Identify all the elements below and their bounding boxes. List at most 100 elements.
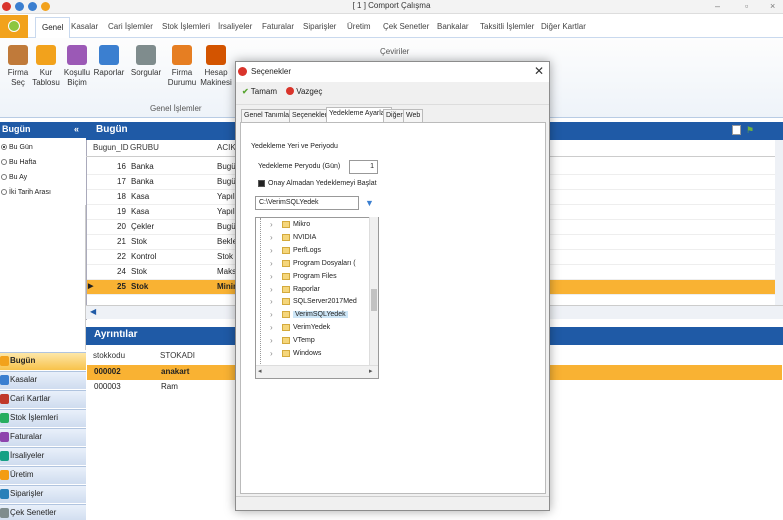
building-icon (8, 45, 28, 65)
nav-item[interactable]: Stok İşlemleri (0, 409, 86, 427)
expand-arrow-icon[interactable]: › (270, 220, 273, 229)
tree-hscrollbar[interactable]: ◂ ▸ (256, 365, 378, 378)
nav-item[interactable]: Üretim (0, 466, 86, 484)
menu-tab[interactable]: Üretim (347, 22, 371, 31)
period-radio[interactable]: Bu Hafta (1, 159, 36, 166)
dialog-tab[interactable]: Genel Tanımlar (241, 109, 295, 122)
expand-arrow-icon[interactable]: › (270, 310, 273, 319)
folder-item[interactable]: › PerfLogs (256, 245, 366, 258)
nav-item-label: Üretim (10, 470, 34, 479)
period-radio[interactable]: Bu Ay (1, 174, 27, 181)
palette-icon (67, 45, 87, 65)
currency-icon (36, 45, 56, 65)
expand-arrow-icon[interactable]: › (270, 259, 273, 268)
folder-tree[interactable]: › Mikro › NVIDIA › PerfLogs › Program Dosyaları… (255, 217, 379, 379)
period-label: Yedekleme Peryodu (Gün) (258, 163, 341, 170)
dialog-close-icon[interactable]: ✕ (534, 64, 544, 78)
menu-tab[interactable]: Stok İşlemleri (162, 22, 210, 31)
folder-item[interactable]: › Windows (256, 348, 366, 361)
tree-scroll-right-icon[interactable]: ▸ (369, 367, 373, 375)
path-dropdown-icon[interactable]: ▼ (365, 198, 374, 208)
folder-item[interactable]: › VerimYedek (256, 322, 366, 335)
collapse-icon[interactable]: « (74, 124, 79, 134)
expand-arrow-icon[interactable]: › (270, 233, 273, 242)
period-input[interactable]: 1 (349, 160, 378, 174)
app-menu-button[interactable] (0, 15, 28, 38)
chart-icon (172, 45, 192, 65)
menu-tab[interactable]: Taksitli İşlemler (480, 22, 534, 31)
ribbon-button[interactable]: Raporlar (93, 45, 125, 78)
nav-item-icon (0, 432, 9, 442)
cancel-button[interactable]: Vazgeç (286, 87, 322, 102)
nav-item-icon (0, 470, 9, 480)
expand-arrow-icon[interactable]: › (270, 297, 273, 306)
radio-button[interactable] (1, 189, 7, 195)
menu-tab[interactable]: Çek Senetler (383, 22, 429, 31)
expand-arrow-icon[interactable]: › (270, 285, 273, 294)
ribbon-button[interactable]: Hesap Makinesi (200, 45, 232, 88)
expand-arrow-icon[interactable]: › (270, 323, 273, 332)
radio-button[interactable] (1, 144, 7, 150)
flag-icon[interactable]: ⚑ (746, 125, 756, 135)
nav-item[interactable]: Çek Senetler (0, 504, 86, 520)
menu-tab[interactable]: Cari İşlemler (108, 22, 153, 31)
ribbon-button[interactable]: Sorgular (130, 45, 162, 78)
folder-item[interactable]: › VerimSQLYedek (256, 309, 366, 322)
radio-button[interactable] (1, 159, 7, 165)
radio-button[interactable] (1, 174, 7, 180)
tree-vscrollbar[interactable] (369, 217, 378, 365)
vertical-scrollbar[interactable] (775, 140, 783, 305)
ribbon-button[interactable]: Kur Tablosu (30, 45, 62, 88)
expand-arrow-icon[interactable]: › (270, 272, 273, 281)
folder-item[interactable]: › NVIDIA (256, 232, 366, 245)
menu-tab[interactable]: Bankalar (437, 22, 469, 31)
detail-name: anakart (161, 367, 190, 376)
nav-item[interactable]: Cari Kartlar (0, 390, 86, 408)
nav-item-icon (0, 375, 9, 385)
folder-icon (282, 324, 290, 332)
expand-arrow-icon[interactable]: › (270, 336, 273, 345)
nav-item[interactable]: Faturalar (0, 428, 86, 446)
ok-button[interactable]: ✔ Tamam (242, 87, 277, 102)
nav-item[interactable]: Siparişler (0, 485, 86, 503)
nav-item[interactable]: Bugün (0, 352, 86, 370)
period-radio[interactable]: Bu Gün (1, 144, 33, 151)
detail-col-name[interactable]: STOKADI (160, 351, 195, 360)
menu-tab[interactable]: Siparişler (303, 22, 336, 31)
folder-item[interactable]: › VTemp (256, 335, 366, 348)
menu-tab[interactable]: Genel (35, 17, 71, 39)
dialog-tab[interactable]: Web (403, 109, 424, 122)
period-radio[interactable]: İki Tarih Arası (1, 189, 51, 196)
nav-item[interactable]: Kasalar (0, 371, 86, 389)
minimize-icon[interactable]: – (715, 1, 720, 11)
confirm-checkbox[interactable] (258, 180, 265, 187)
detail-code: 000003 (94, 382, 121, 391)
col-header-id[interactable]: Bugun_ID (93, 143, 129, 152)
col-header-group[interactable]: GRUBU (130, 143, 159, 152)
ribbon-button[interactable]: Firma Durumu (166, 45, 198, 88)
path-input[interactable]: C:\VerimSQLYedek (255, 196, 359, 210)
menu-tab[interactable]: İrsaliyeler (218, 22, 252, 31)
folder-item[interactable]: › Program Files (256, 271, 366, 284)
folder-item[interactable]: › SQLServer2017Med (256, 296, 366, 309)
menu-tab[interactable]: Faturalar (262, 22, 294, 31)
scroll-left-icon[interactable]: ◀ (90, 307, 96, 316)
menu-tab[interactable]: Diğer Kartlar (541, 22, 586, 31)
folder-item[interactable]: › Raporlar (256, 284, 366, 297)
expand-arrow-icon[interactable]: › (270, 246, 273, 255)
detail-col-code[interactable]: stokkodu (93, 351, 125, 360)
nav-item[interactable]: İrsaliyeler (0, 447, 86, 465)
folder-item[interactable]: › Program Dosyaları ( (256, 258, 366, 271)
document-icon[interactable] (732, 125, 741, 135)
ribbon-button[interactable]: Koşullu Biçim (61, 45, 93, 88)
tree-scroll-left-icon[interactable]: ◂ (258, 367, 262, 375)
left-panel-header: Bugün « (0, 122, 86, 138)
tree-vscroll-thumb[interactable] (371, 289, 377, 311)
maximize-icon[interactable]: ▫ (745, 1, 748, 11)
folder-item[interactable]: › Mikro (256, 219, 366, 232)
expand-arrow-icon[interactable]: › (270, 349, 273, 358)
dialog-tab[interactable]: Seçenekler (289, 109, 331, 122)
menu-tab[interactable]: Kasalar (71, 22, 98, 31)
ribbon-button-label: Sorgular (130, 68, 162, 77)
close-window-icon[interactable]: × (770, 1, 775, 11)
